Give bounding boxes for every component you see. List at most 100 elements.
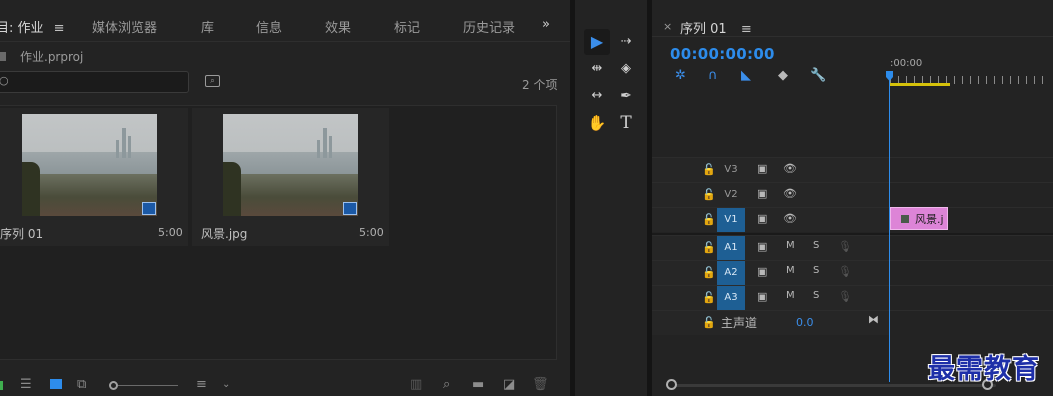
track-header: 🔓 A2 ▣ M S 🎙 [652,261,889,285]
type-tool[interactable]: T [613,110,639,136]
track-a2: 🔓 A2 ▣ M S 🎙 [652,260,1053,285]
tab-project[interactable]: 目: 作业 ≡ [0,17,65,36]
wrench-icon[interactable]: 🔧 [810,68,826,83]
item-count: 2 个项 [522,78,558,92]
image-clip-icon [901,215,909,223]
find-bin-icon[interactable]: ⌕ [205,75,220,87]
master-volume-value[interactable]: 0.0 [796,316,814,329]
find-icon[interactable]: ⌕ [443,377,450,392]
solo-button[interactable]: S [813,290,819,301]
new-bin-icon[interactable]: ▬ [472,377,484,392]
mute-button[interactable]: M [786,290,795,301]
tab-markers[interactable]: 标记 [394,17,420,36]
lock-icon[interactable]: 🔓 [702,213,716,226]
tab-sequence[interactable]: 序列 01 ≡ [680,18,752,37]
track-target[interactable]: V3 [717,158,745,182]
icon-view-icon[interactable] [50,379,62,389]
sync-lock-icon[interactable]: ▣ [757,162,767,175]
sync-lock-icon[interactable]: ▣ [757,187,767,200]
timeline-clip[interactable]: 风景.j [890,207,948,230]
sync-lock-icon[interactable]: ▣ [757,290,767,303]
hand-tool[interactable]: ✋ [584,110,610,136]
track-target[interactable]: A3 [717,286,745,310]
track-v3: 🔓 V3 ▣ 👁 [652,157,1053,182]
track-header: 🔓 [652,311,889,335]
sync-lock-icon[interactable]: ▣ [757,212,767,225]
lock-icon[interactable]: 🔓 [702,241,716,254]
microphone-icon[interactable]: 🎙 [838,290,852,303]
timeline-panel: × 序列 01 ≡ 00:00:00:00 ✲ ∩ ◣ ◆ 🔧 :00:00 🔓… [652,14,1053,396]
microphone-icon[interactable]: 🎙 [838,265,852,278]
project-item-sequence[interactable]: 序列 01 5:00 [0,108,188,246]
menu-icon[interactable]: ≡ [54,21,65,36]
lock-icon[interactable]: 🔓 [702,163,716,176]
pen-tool[interactable]: ✒ [613,83,639,109]
zoom-slider-knob[interactable] [109,381,118,390]
project-file-icon [0,52,6,61]
lock-icon[interactable]: 🔓 [702,316,716,329]
close-icon[interactable]: × [663,20,672,33]
mute-button[interactable]: M [786,240,795,251]
eye-icon[interactable]: 👁 [783,162,797,175]
selection-tool[interactable]: ▶ [584,29,610,55]
track-select-tool[interactable]: ⇢ [613,29,639,55]
track-target[interactable]: A2 [717,261,745,285]
search-input[interactable]: ○ [0,71,189,93]
project-item-image[interactable]: 风景.jpg 5:00 [192,108,389,246]
mute-button[interactable]: M [786,265,795,276]
zoom-slider-track[interactable] [118,385,178,386]
tools-panel: ▶ ⇢ ⇹ ◈ ↔ ✒ ✋ T [575,14,647,396]
master-track-label: 主声道 [721,316,758,330]
track-a1: 🔓 A1 ▣ M S 🎙 [652,235,1053,260]
tab-effects[interactable]: 效果 [325,17,351,36]
search-icon: ○ [0,74,9,87]
automate-icon[interactable]: ▥ [410,377,422,392]
razor-tool[interactable]: ◈ [613,56,639,82]
track-target[interactable]: A1 [717,236,745,260]
timecode-display[interactable]: 00:00:00:00 [670,45,775,63]
track-header: 🔓 A3 ▣ M S 🎙 [652,286,889,310]
list-view-icon[interactable]: ☰ [20,377,32,392]
lock-icon[interactable]: 🔓 [702,266,716,279]
track-target[interactable]: V2 [717,183,745,207]
playhead-line[interactable] [889,72,890,382]
scroll-left-handle[interactable] [666,379,677,390]
sync-lock-icon[interactable]: ▣ [757,240,767,253]
watermark-logo: 最需教育 [928,354,1040,385]
item-duration: 5:00 [158,226,183,239]
lock-icon[interactable]: 🔓 [702,291,716,304]
freeform-view-icon[interactable]: ⧉ [77,377,86,392]
track-header: 🔓 A1 ▣ M S 🎙 [652,236,889,260]
linked-selection-icon[interactable]: ◣ [741,68,751,83]
menu-icon[interactable]: ≡ [741,22,752,37]
eye-icon[interactable]: 👁 [783,187,797,200]
solo-button[interactable]: S [813,240,819,251]
trash-icon[interactable]: 🗑 [532,377,549,392]
slip-tool[interactable]: ↔ [584,83,610,109]
track-v2: 🔓 V2 ▣ 👁 [652,182,1053,207]
microphone-icon[interactable]: 🎙 [838,240,852,253]
add-marker-icon[interactable]: ◆ [778,68,788,83]
lock-icon[interactable]: 🔓 [702,188,716,201]
solo-button[interactable]: S [813,265,819,276]
tab-media-browser[interactable]: 媒体浏览器 [92,17,157,36]
tab-library[interactable]: 库 [201,17,214,36]
project-panel: 目: 作业 ≡ 媒体浏览器 库 信息 效果 标记 历史记录 » 作业.prpro… [0,0,570,396]
new-item-icon[interactable]: ◪ [503,377,515,392]
master-end-icon[interactable]: ⧓ [868,313,879,326]
thumbnail [223,114,358,216]
tab-info[interactable]: 信息 [256,17,282,36]
lock-indicator-icon [0,381,3,390]
tab-history[interactable]: 历史记录 [463,17,515,36]
panel-overflow-button[interactable]: » [542,17,550,32]
nest-icon[interactable]: ✲ [675,68,686,83]
track-v1: 🔓 V1 ▣ 👁 [652,207,1053,232]
eye-icon[interactable]: 👁 [783,212,797,225]
snap-icon[interactable]: ∩ [708,68,718,83]
track-target[interactable]: V1 [717,208,745,232]
ripple-edit-tool[interactable]: ⇹ [584,56,610,82]
sort-dropdown-icon[interactable]: ⌄ [222,379,230,390]
sort-icon[interactable]: ≡ [196,377,207,392]
sync-lock-icon[interactable]: ▣ [757,265,767,278]
work-area-bar[interactable] [890,83,950,86]
